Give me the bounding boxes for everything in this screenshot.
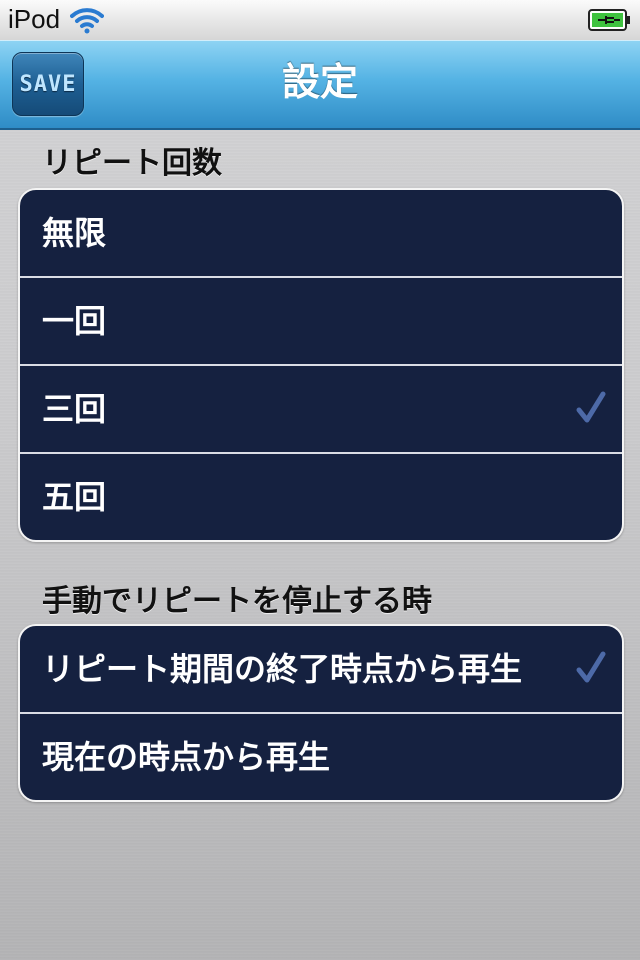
navigation-bar: 設定 SAVE xyxy=(0,40,640,130)
battery-charging-icon xyxy=(588,8,632,36)
option-three-times[interactable]: 三回 xyxy=(20,364,622,452)
option-label: 三回 xyxy=(42,390,107,428)
option-label: 一回 xyxy=(42,302,107,340)
carrier-label: iPod xyxy=(8,4,61,34)
repeat-count-group: 無限 一回 三回 五回 xyxy=(18,188,624,542)
option-label: 現在の時点から再生 xyxy=(42,738,331,776)
save-button[interactable]: SAVE xyxy=(12,52,84,116)
wifi-icon xyxy=(70,6,104,38)
section-header-repeat-count: リピート回数 xyxy=(42,146,222,181)
checkmark-icon xyxy=(576,391,606,423)
manual-stop-group: リピート期間の終了時点から再生 現在の時点から再生 xyxy=(18,624,624,802)
option-label: リピート期間の終了時点から再生 xyxy=(42,650,523,688)
option-once[interactable]: 一回 xyxy=(20,276,622,364)
option-five-times[interactable]: 五回 xyxy=(20,452,622,540)
page-title: 設定 xyxy=(281,60,358,104)
option-infinite[interactable]: 無限 xyxy=(20,190,622,276)
checkmark-icon xyxy=(576,651,606,683)
option-label: 無限 xyxy=(42,214,107,252)
status-bar: iPod xyxy=(0,0,640,41)
option-label: 五回 xyxy=(42,478,107,516)
option-resume-from-end[interactable]: リピート期間の終了時点から再生 xyxy=(20,626,622,712)
option-resume-from-current[interactable]: 現在の時点から再生 xyxy=(20,712,622,800)
section-header-manual-stop: 手動でリピートを停止する時 xyxy=(42,584,432,619)
